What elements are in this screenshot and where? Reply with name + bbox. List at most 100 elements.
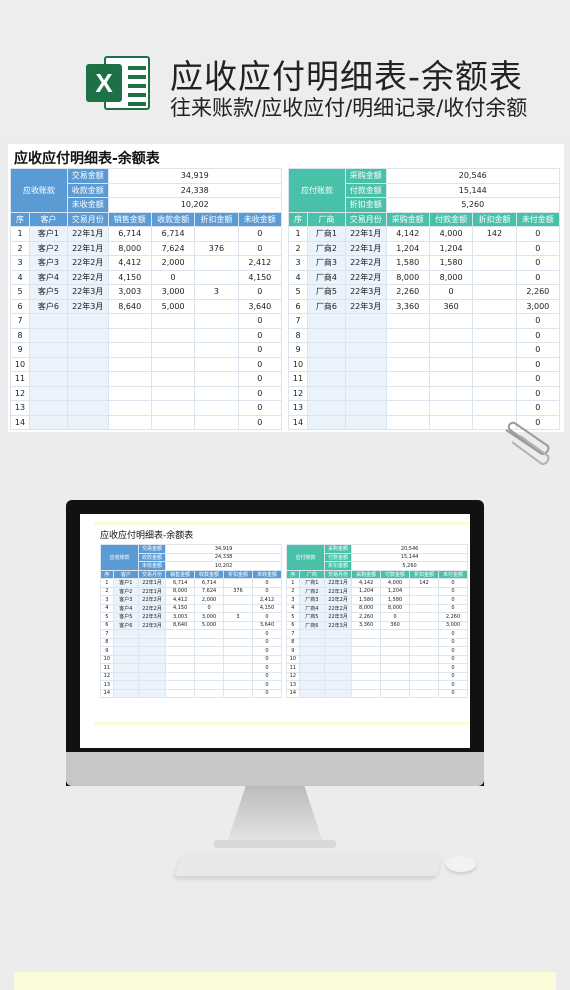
mini-payable-cell: [351, 637, 382, 647]
mini-payable-cell: 0: [437, 586, 469, 596]
payable-table-row: 80: [288, 327, 561, 343]
payable-summary-label: 折扣金额: [344, 197, 387, 213]
payable-cell: 8: [288, 327, 308, 343]
payable-table-row: 2 厂商2 22年1月 1,204 1,204 0: [288, 240, 561, 256]
receivable-summary-value: 10,202: [107, 197, 283, 213]
receivable-cell: [150, 342, 196, 358]
mini-receivable-cell: 3,003: [165, 612, 196, 622]
receivable-cell: 22年1月: [66, 226, 109, 242]
receivable-cell: [107, 414, 152, 430]
payable-cell: 5: [288, 284, 308, 300]
mini-payable-summary-label: 采购金额: [323, 544, 353, 554]
monitor-chin: [66, 752, 484, 786]
mini-payable-cell: 厂商5: [298, 612, 325, 622]
monitor-stand: [226, 786, 324, 846]
mini-payable-table-row: 3 厂商3 22年2月 1,580 1,580 0: [286, 595, 469, 605]
mini-receivable-cell: 0: [251, 663, 283, 673]
mini-payable-cell: 22年1月: [323, 578, 353, 588]
receivable-cell: 0: [237, 356, 283, 372]
payable-cell: 6: [288, 298, 308, 314]
receivable-cell: 22年3月: [66, 284, 109, 300]
mini-payable-cell: [409, 654, 439, 664]
mini-receivable-cell: 1: [100, 578, 114, 588]
mini-receivable-cell: 12: [100, 671, 114, 681]
mini-receivable-cell: [194, 671, 225, 681]
mini-receivable-cell: 6: [100, 620, 114, 630]
receivable-cell: 22年2月: [66, 269, 109, 285]
mini-payable-cell: [298, 680, 325, 690]
mini-receivable-cell: 13: [100, 680, 114, 690]
mouse: [446, 856, 476, 872]
mini-payable-cell: [323, 671, 353, 681]
mini-payable-cell: 142: [409, 578, 439, 588]
mini-receivable-cell: 2,412: [251, 595, 283, 605]
receivable-cell: [28, 342, 68, 358]
receivable-column-header: 序: [10, 211, 30, 227]
screen-bottom-band: [94, 722, 470, 725]
page-title: 应收应付明细表-余额表: [170, 57, 523, 96]
payable-cell: 0: [428, 284, 474, 300]
payable-cell: [344, 371, 387, 387]
mini-payable-cell: [351, 654, 382, 664]
mini-payable-cell: 厂商6: [298, 620, 325, 630]
mini-payable-cell: 厂商1: [298, 578, 325, 588]
payable-cell: [306, 342, 346, 358]
mini-payable-cell: 0: [437, 603, 469, 613]
mini-receivable-summary-value: 34,919: [165, 544, 282, 554]
payable-table-row: 70: [288, 313, 561, 329]
mini-receivable-cell: [112, 637, 139, 647]
payable-summary-value: 5,260: [385, 197, 561, 213]
mini-payable-cell: [323, 637, 353, 647]
payable-cell: 0: [515, 342, 561, 358]
mini-receivable-cell: 22年2月: [137, 603, 167, 613]
mini-receivable-cell: 0: [251, 646, 283, 656]
mini-payable-cell: 0: [380, 612, 411, 622]
mini-receivable-cell: 4,150: [165, 603, 196, 613]
payable-cell: [428, 385, 474, 401]
mini-payable-grid: 应付账款 采购金额 20,546 付款金额 15,144 折扣金额 5,260 序厂商 交易月份…: [286, 544, 469, 698]
receivable-cell: 3: [10, 255, 30, 271]
mini-payable-cell: 10: [286, 654, 300, 664]
payable-cell: [472, 342, 517, 358]
mini-receivable-cell: [194, 646, 225, 656]
mini-receivable-cell: 22年3月: [137, 620, 167, 630]
mini-payable-cell: 3,000: [437, 620, 469, 630]
mini-payable-cell: [409, 603, 439, 613]
receivable-cell: 0: [237, 240, 283, 256]
mini-payable-cell: [380, 629, 411, 639]
payable-cell: [385, 342, 430, 358]
mini-payable-cell: 厂商4: [298, 603, 325, 613]
payable-grid: 应付账款 采购金额 20,546 付款金额 15,144 折扣金额 5,260 序厂商 交易月份…: [288, 168, 561, 430]
mini-receivable-cell: 客户6: [112, 620, 139, 630]
mini-payable-summary-value: 15,144: [351, 552, 468, 562]
receivable-cell: 0: [237, 371, 283, 387]
mini-receivable-table-row: 4 客户4 22年2月 4,150 0 4,150: [100, 603, 283, 613]
payable-cell: [472, 356, 517, 372]
mini-receivable-table-row: 13 0: [100, 680, 283, 690]
mini-payable-cell: [323, 654, 353, 664]
mini-receivable-cell: [223, 629, 253, 639]
mini-receivable-cell: 客户2: [112, 586, 139, 596]
receivable-cell: 2,000: [150, 255, 196, 271]
mini-receivable-cell: 8: [100, 637, 114, 647]
mini-payable-cell: [380, 654, 411, 664]
mini-receivable-cell: [223, 637, 253, 647]
payable-column-header: 折扣金额: [472, 211, 517, 227]
payable-cell: 0: [515, 400, 561, 416]
payable-cell: 4,000: [428, 226, 474, 242]
receivable-cell: 7,624: [150, 240, 196, 256]
receivable-cell: 10: [10, 356, 30, 372]
receivable-table-row: 70: [10, 313, 283, 329]
payable-cell: 0: [515, 371, 561, 387]
payable-cell: 1,204: [428, 240, 474, 256]
mini-payable-cell: 3: [286, 595, 300, 605]
receivable-table-row: 90: [10, 342, 283, 358]
receivable-grid: 应收账款 交易金额 34,919 收款金额 24,338 未收金额 10,202 序客户 交易月…: [10, 168, 283, 430]
receivable-cell: [107, 385, 152, 401]
mini-payable-cell: [298, 671, 325, 681]
mini-payable-cell: 2,260: [351, 612, 382, 622]
mini-payable-table-row: 4 厂商4 22年2月 8,000 8,000 0: [286, 603, 469, 613]
payable-cell: 9: [288, 342, 308, 358]
mini-payable-cell: 1,580: [380, 595, 411, 605]
receivable-table-row: 2 客户2 22年1月 8,000 7,624 376 0: [10, 240, 283, 256]
